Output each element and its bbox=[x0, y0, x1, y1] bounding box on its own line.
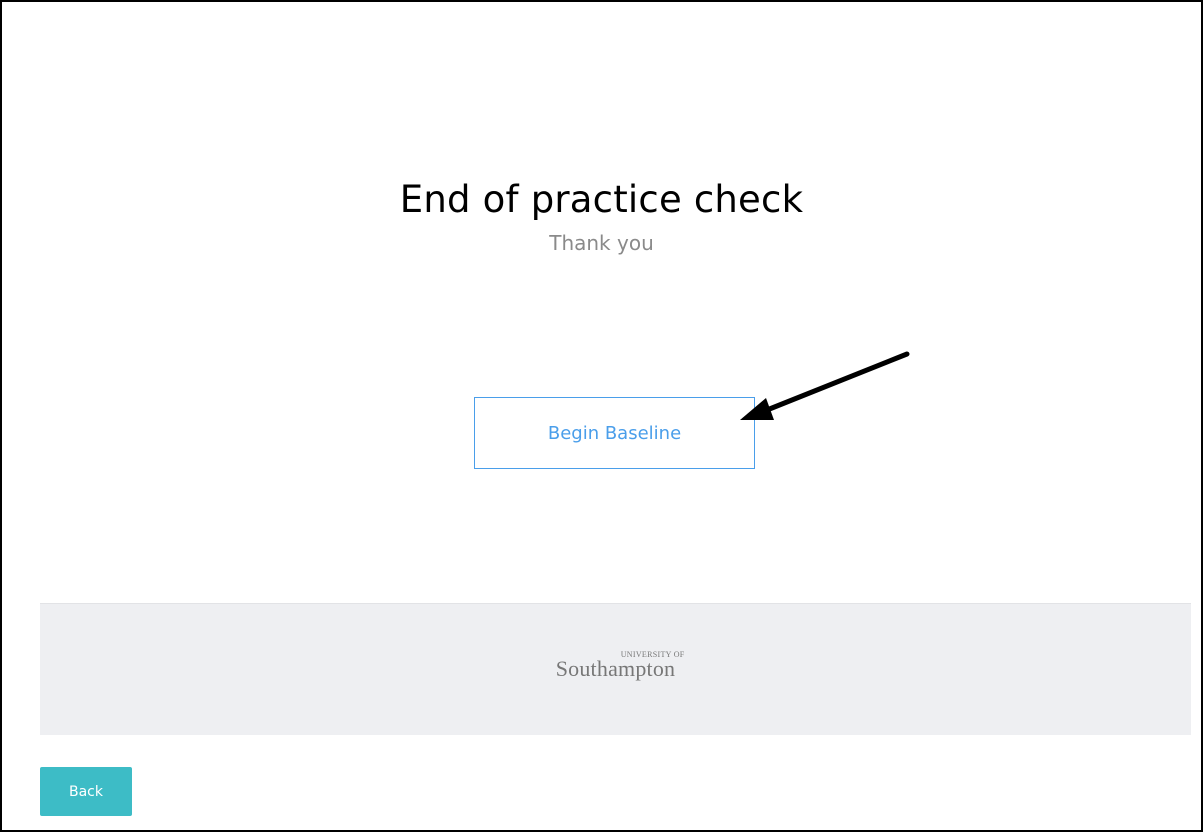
annotation-arrow-icon bbox=[740, 351, 910, 420]
page-frame: End of practice check Thank you Begin Ba… bbox=[0, 0, 1203, 832]
logo-small-text: UNIVERSITY OF bbox=[620, 650, 685, 659]
page-title: End of practice check bbox=[399, 178, 804, 221]
page-subtitle: Thank you bbox=[549, 231, 654, 255]
logo-main-text: Southampton bbox=[555, 656, 676, 681]
back-button[interactable]: Back bbox=[40, 767, 132, 816]
footer: UNIVERSITY OF Southampton bbox=[40, 603, 1191, 735]
begin-baseline-button[interactable]: Begin Baseline bbox=[474, 397, 755, 469]
university-logo: UNIVERSITY OF Southampton bbox=[40, 650, 1191, 682]
